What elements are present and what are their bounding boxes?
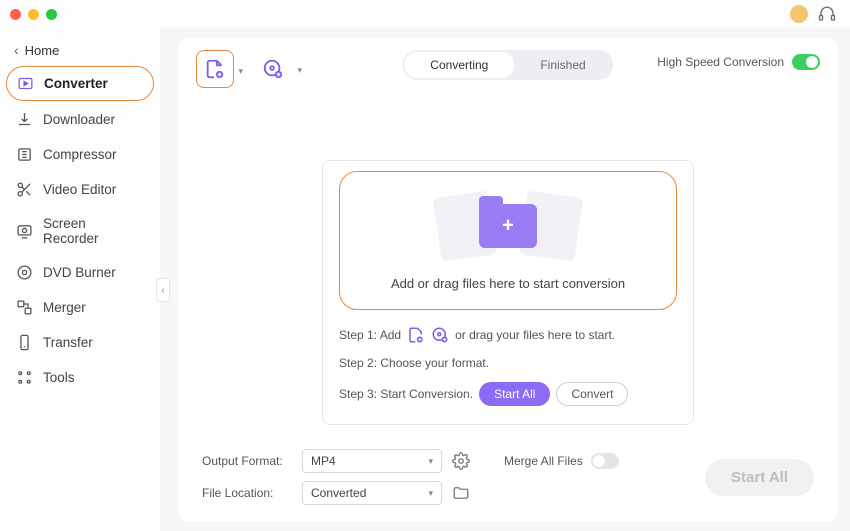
add-disc-button[interactable]: ▾ <box>254 50 292 88</box>
sidebar-item-label: Downloader <box>43 112 115 127</box>
drop-text: Add or drag files here to start conversi… <box>391 276 625 291</box>
start-all-button[interactable]: Start All <box>705 459 814 496</box>
output-format-select[interactable]: MP4 ▾ <box>302 449 442 473</box>
user-avatar-icon[interactable] <box>790 5 808 23</box>
collapse-sidebar-button[interactable]: ‹ <box>156 278 170 302</box>
high-speed-toggle-row: High Speed Conversion <box>657 54 820 70</box>
step-2-text: Step 2: Choose your format. <box>339 356 489 370</box>
merge-all-toggle[interactable] <box>591 453 619 469</box>
sidebar-item-video-editor[interactable]: Video Editor <box>6 173 154 206</box>
chevron-down-icon: ▾ <box>238 66 243 77</box>
footer-bar: Output Format: MP4 ▾ Merge All Files <box>196 439 820 509</box>
file-location-label: File Location: <box>202 486 292 500</box>
sidebar-item-transfer[interactable]: Transfer <box>6 326 154 359</box>
sidebar-item-merger[interactable]: Merger <box>6 291 154 324</box>
sidebar-item-label: Screen Recorder <box>43 216 144 246</box>
sidebar-item-label: Converter <box>44 76 108 91</box>
drop-zone[interactable]: + Add or drag files here to start conver… <box>339 171 677 310</box>
merge-all-label: Merge All Files <box>504 454 583 468</box>
sidebar-item-screen-recorder[interactable]: Screen Recorder <box>6 208 154 254</box>
file-location-select[interactable]: Converted ▾ <box>302 481 442 505</box>
close-window-icon[interactable] <box>10 9 21 20</box>
chevron-down-icon: ▾ <box>428 456 433 467</box>
high-speed-label: High Speed Conversion <box>657 55 784 69</box>
file-location-row: File Location: Converted ▾ <box>202 481 619 505</box>
sidebar-item-label: Video Editor <box>43 182 116 197</box>
drop-area-container: + Add or drag files here to start conver… <box>322 160 694 425</box>
tab-group: Converting Finished <box>402 50 613 80</box>
sidebar-item-label: Tools <box>43 370 75 385</box>
merger-icon <box>16 299 33 316</box>
downloader-icon <box>16 111 33 128</box>
screen-recorder-icon <box>16 223 33 240</box>
maximize-window-icon[interactable] <box>46 9 57 20</box>
disc-icon <box>16 264 33 281</box>
home-label: Home <box>25 43 60 58</box>
titlebar <box>0 0 850 28</box>
tab-finished[interactable]: Finished <box>514 52 611 78</box>
sidebar-item-label: DVD Burner <box>43 265 116 280</box>
sidebar-item-converter[interactable]: Converter <box>6 66 154 101</box>
tab-converting[interactable]: Converting <box>404 52 514 78</box>
output-format-value: MP4 <box>311 454 336 468</box>
sidebar-item-label: Compressor <box>43 147 117 162</box>
merge-all-row: Merge All Files <box>504 453 619 469</box>
compressor-icon <box>16 146 33 163</box>
sidebar: ‹ Home Converter Downloader Compressor V… <box>0 28 160 531</box>
chevron-left-icon: ‹ <box>14 42 19 58</box>
sidebar-item-label: Transfer <box>43 335 93 350</box>
add-disc-icon <box>262 58 284 80</box>
steps-list: Step 1: Add or drag your files here to s… <box>339 326 677 406</box>
step-1-pre: Step 1: Add <box>339 328 401 342</box>
step-1-post: or drag your files here to start. <box>455 328 615 342</box>
add-disc-icon[interactable] <box>431 326 449 344</box>
output-format-row: Output Format: MP4 ▾ Merge All Files <box>202 449 619 473</box>
sidebar-item-compressor[interactable]: Compressor <box>6 138 154 171</box>
chevron-down-icon: ▾ <box>297 65 302 76</box>
folder-plus-icon: + <box>479 204 537 248</box>
home-link[interactable]: ‹ Home <box>6 36 154 64</box>
step-3: Step 3: Start Conversion. Start All Conv… <box>339 382 677 406</box>
folder-graphic: + <box>423 186 593 266</box>
tools-grid-icon <box>16 369 33 386</box>
scissors-icon <box>16 181 33 198</box>
sidebar-item-downloader[interactable]: Downloader <box>6 103 154 136</box>
chevron-left-icon: ‹ <box>161 285 164 296</box>
high-speed-toggle[interactable] <box>792 54 820 70</box>
sidebar-item-dvd-burner[interactable]: DVD Burner <box>6 256 154 289</box>
sidebar-item-label: Merger <box>43 300 86 315</box>
step-1: Step 1: Add or drag your files here to s… <box>339 326 677 344</box>
add-file-button[interactable]: ▾ <box>196 50 234 88</box>
step-3-text: Step 3: Start Conversion. <box>339 387 473 401</box>
convert-pill-button[interactable]: Convert <box>556 382 628 406</box>
add-file-icon[interactable] <box>407 326 425 344</box>
window-controls <box>10 9 57 20</box>
output-format-label: Output Format: <box>202 454 292 468</box>
start-all-pill-button[interactable]: Start All <box>479 382 550 406</box>
file-location-value: Converted <box>311 486 366 500</box>
support-headset-icon[interactable] <box>818 5 836 23</box>
main-area: ▾ ▾ Converting Finished High Speed Conve… <box>160 28 850 531</box>
converter-icon <box>17 75 34 92</box>
chevron-down-icon: ▾ <box>428 488 433 499</box>
sidebar-item-tools[interactable]: Tools <box>6 361 154 394</box>
settings-gear-icon[interactable] <box>452 452 470 470</box>
step-2: Step 2: Choose your format. <box>339 356 677 370</box>
transfer-icon <box>16 334 33 351</box>
content-panel: ▾ ▾ Converting Finished High Speed Conve… <box>178 38 838 521</box>
add-file-icon <box>204 58 226 80</box>
open-folder-icon[interactable] <box>452 484 470 502</box>
minimize-window-icon[interactable] <box>28 9 39 20</box>
